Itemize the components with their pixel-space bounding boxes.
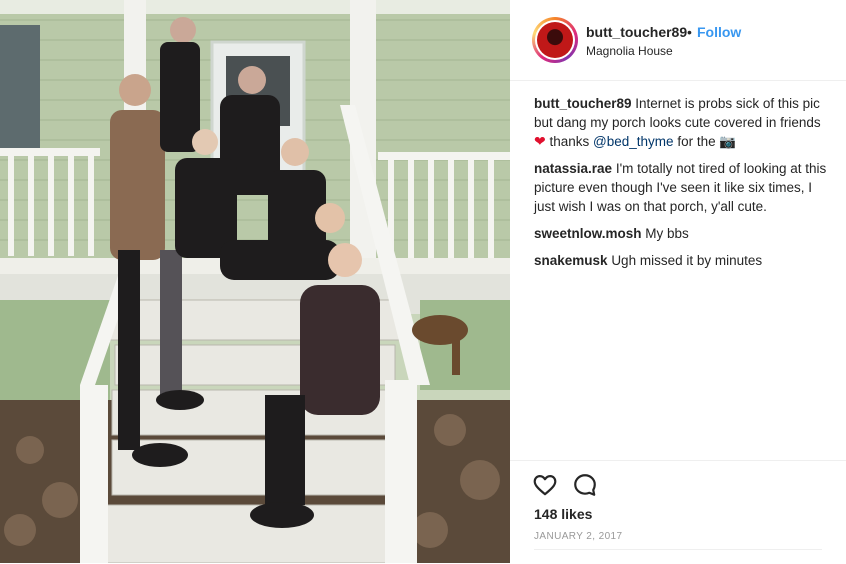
- post-side-panel: butt_toucher89 • Follow Magnolia House b…: [510, 0, 846, 563]
- comment-divider: [534, 549, 822, 550]
- heart-outline-icon[interactable]: [532, 472, 558, 498]
- post-actions: 148 likes JANUARY 2, 2017: [510, 460, 846, 564]
- comment-text-mid: thanks: [549, 134, 590, 149]
- caption-comment: butt_toucher89 Internet is probs sick of…: [534, 94, 830, 151]
- comment-text: Ugh missed it by minutes: [611, 253, 763, 268]
- comment-author[interactable]: butt_toucher89: [534, 96, 632, 111]
- instagram-post: butt_toucher89 • Follow Magnolia House b…: [0, 0, 846, 563]
- mention-link[interactable]: @bed_thyme: [593, 134, 674, 149]
- comment-text: My bbs: [645, 226, 689, 241]
- post-header: butt_toucher89 • Follow Magnolia House: [510, 0, 846, 81]
- follow-button[interactable]: Follow: [697, 24, 741, 40]
- comment-author[interactable]: sweetnlow.mosh: [534, 226, 642, 241]
- like-count[interactable]: 148 likes: [534, 506, 592, 522]
- comment-item: natassia.rae I'm totally not tired of lo…: [534, 159, 830, 216]
- post-date: JANUARY 2, 2017: [534, 531, 623, 542]
- avatar[interactable]: [532, 17, 578, 63]
- porch-photo-illustration: [0, 0, 510, 563]
- heart-emoji-icon: ❤: [534, 133, 546, 149]
- avatar-frame: [535, 20, 575, 60]
- camera-emoji-icon: 📷: [719, 134, 737, 149]
- speech-bubble-icon[interactable]: [572, 472, 598, 498]
- comment-list: butt_toucher89 Internet is probs sick of…: [534, 94, 830, 278]
- post-photo[interactable]: [0, 0, 510, 563]
- header-username[interactable]: butt_toucher89: [586, 24, 687, 40]
- avatar-image: [537, 22, 573, 58]
- comment-author[interactable]: snakemusk: [534, 253, 608, 268]
- comment-item: sweetnlow.mosh My bbs: [534, 224, 830, 243]
- comment-text-end: for the: [677, 134, 716, 149]
- location-link[interactable]: Magnolia House: [586, 44, 673, 58]
- header-separator: •: [687, 24, 692, 40]
- comment-author[interactable]: natassia.rae: [534, 161, 612, 176]
- comment-item: snakemusk Ugh missed it by minutes: [534, 251, 830, 270]
